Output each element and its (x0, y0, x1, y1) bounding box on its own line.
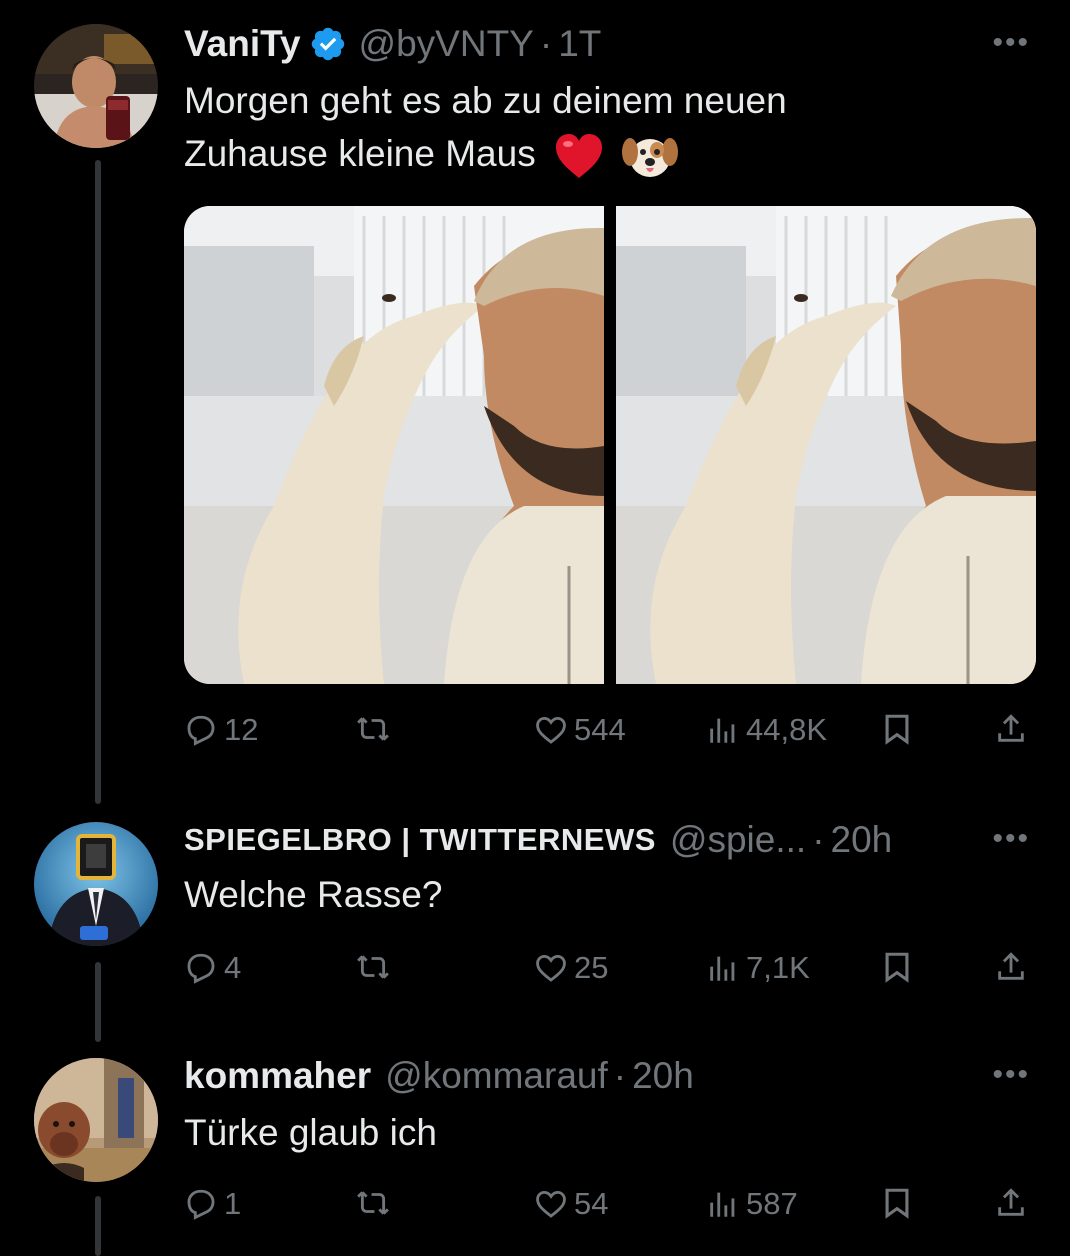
display-name[interactable]: kommaher (184, 1055, 371, 1097)
bookmark-button[interactable] (880, 712, 914, 746)
like-count: 544 (574, 712, 626, 747)
more-icon[interactable]: ••• (992, 26, 1030, 60)
tweet-actions: 12 544 44,8K (184, 712, 1040, 756)
bookmark-icon (885, 714, 909, 745)
bookmark-button[interactable] (880, 950, 914, 984)
views-count: 44,8K (746, 712, 828, 747)
media-divider (604, 206, 616, 684)
retweet-button[interactable] (356, 950, 390, 984)
retweet-icon (357, 1191, 389, 1215)
dog-face-emoji-icon (622, 138, 679, 178)
views-button[interactable]: 7,1K (706, 950, 810, 986)
views-button[interactable]: 587 (706, 1186, 798, 1222)
like-button[interactable]: 25 (534, 950, 608, 986)
like-count: 54 (574, 1186, 609, 1221)
retweet-button[interactable] (356, 712, 390, 746)
tweet-text: Morgen geht es ab zu deinem neuen Zuhaus… (184, 74, 787, 180)
timestamp[interactable]: 20h (632, 1055, 694, 1097)
tweet-text-line: Welche Rasse? (184, 874, 443, 915)
share-button[interactable] (994, 712, 1028, 746)
tweet-text: Türke glaub ich (184, 1106, 437, 1159)
tweet-header: kommaher @kommarauf · 20h (184, 1050, 694, 1102)
like-button[interactable]: 544 (534, 712, 626, 748)
reply-icon (187, 715, 215, 746)
handle[interactable]: @kommarauf (385, 1055, 608, 1097)
separator-dot: · (812, 819, 825, 860)
thread-line (95, 160, 101, 804)
share-button[interactable] (994, 1186, 1028, 1220)
retweet-icon (357, 717, 389, 741)
more-icon[interactable]: ••• (992, 1058, 1030, 1092)
timestamp[interactable]: 1T (558, 23, 601, 65)
separator-dot: · (539, 23, 553, 64)
media-grid[interactable] (184, 206, 1036, 684)
like-button[interactable]: 54 (534, 1186, 608, 1222)
share-icon (998, 952, 1024, 980)
display-name[interactable]: SPIEGELBRO | TWITTERNEWS (184, 822, 656, 858)
more-icon[interactable]: ••• (992, 822, 1030, 856)
views-icon (710, 956, 735, 981)
tweet-text-line: Morgen geht es ab zu deinem neuen (184, 80, 787, 121)
tweet-text-line: Zuhause kleine Maus (184, 133, 536, 174)
share-icon (998, 1188, 1024, 1216)
heart-emoji-icon (555, 134, 602, 179)
share-button[interactable] (994, 950, 1028, 984)
avatar[interactable] (34, 24, 158, 148)
tweet-photo[interactable] (616, 206, 1036, 684)
tweet-actions: 4 25 7,1K (184, 950, 1040, 994)
thread-line (95, 1196, 101, 1256)
avatar[interactable] (34, 1058, 158, 1182)
retweet-icon (357, 955, 389, 979)
tweet-text: Welche Rasse? (184, 868, 442, 921)
verified-badge-icon (311, 27, 344, 61)
reply-button[interactable]: 4 (184, 950, 241, 986)
reply-button[interactable]: 1 (184, 1186, 241, 1222)
bookmark-button[interactable] (880, 1186, 914, 1220)
reply-count: 1 (224, 1186, 242, 1221)
heart-icon (536, 1190, 566, 1218)
reply-icon (187, 1189, 215, 1220)
views-count: 7,1K (746, 950, 810, 985)
tweet-photo[interactable] (184, 206, 604, 684)
handle[interactable]: @spie... (670, 819, 806, 861)
timestamp[interactable]: 20h (831, 819, 893, 861)
share-icon (998, 714, 1024, 742)
thread-line (95, 962, 101, 1042)
tweet-header: VaniTy @byVNTY · 1T (184, 18, 601, 70)
reply-icon (187, 953, 215, 984)
tweet-text-line: Türke glaub ich (184, 1112, 437, 1153)
heart-icon (536, 954, 566, 982)
tweet-header: SPIEGELBRO | TWITTERNEWS @spie... · 20h (184, 814, 892, 866)
views-icon (710, 1192, 735, 1217)
views-button[interactable]: 44,8K (706, 712, 827, 748)
like-count: 25 (574, 950, 609, 985)
tweet-text-line-2: Zuhause kleine Maus (184, 127, 787, 180)
avatar[interactable] (34, 822, 158, 946)
reply-count: 4 (224, 950, 242, 985)
retweet-button[interactable] (356, 1186, 390, 1220)
reply-count: 12 (224, 712, 259, 747)
handle[interactable]: @byVNTY (359, 23, 534, 65)
views-icon (710, 718, 735, 743)
separator-dot: · (613, 1055, 627, 1096)
bookmark-icon (885, 1188, 909, 1219)
heart-icon (536, 716, 566, 744)
views-count: 587 (746, 1186, 798, 1221)
tweet-actions: 1 54 587 (184, 1186, 1040, 1230)
display-name[interactable]: VaniTy (184, 23, 301, 65)
reply-button[interactable]: 12 (184, 712, 258, 748)
bookmark-icon (885, 952, 909, 983)
